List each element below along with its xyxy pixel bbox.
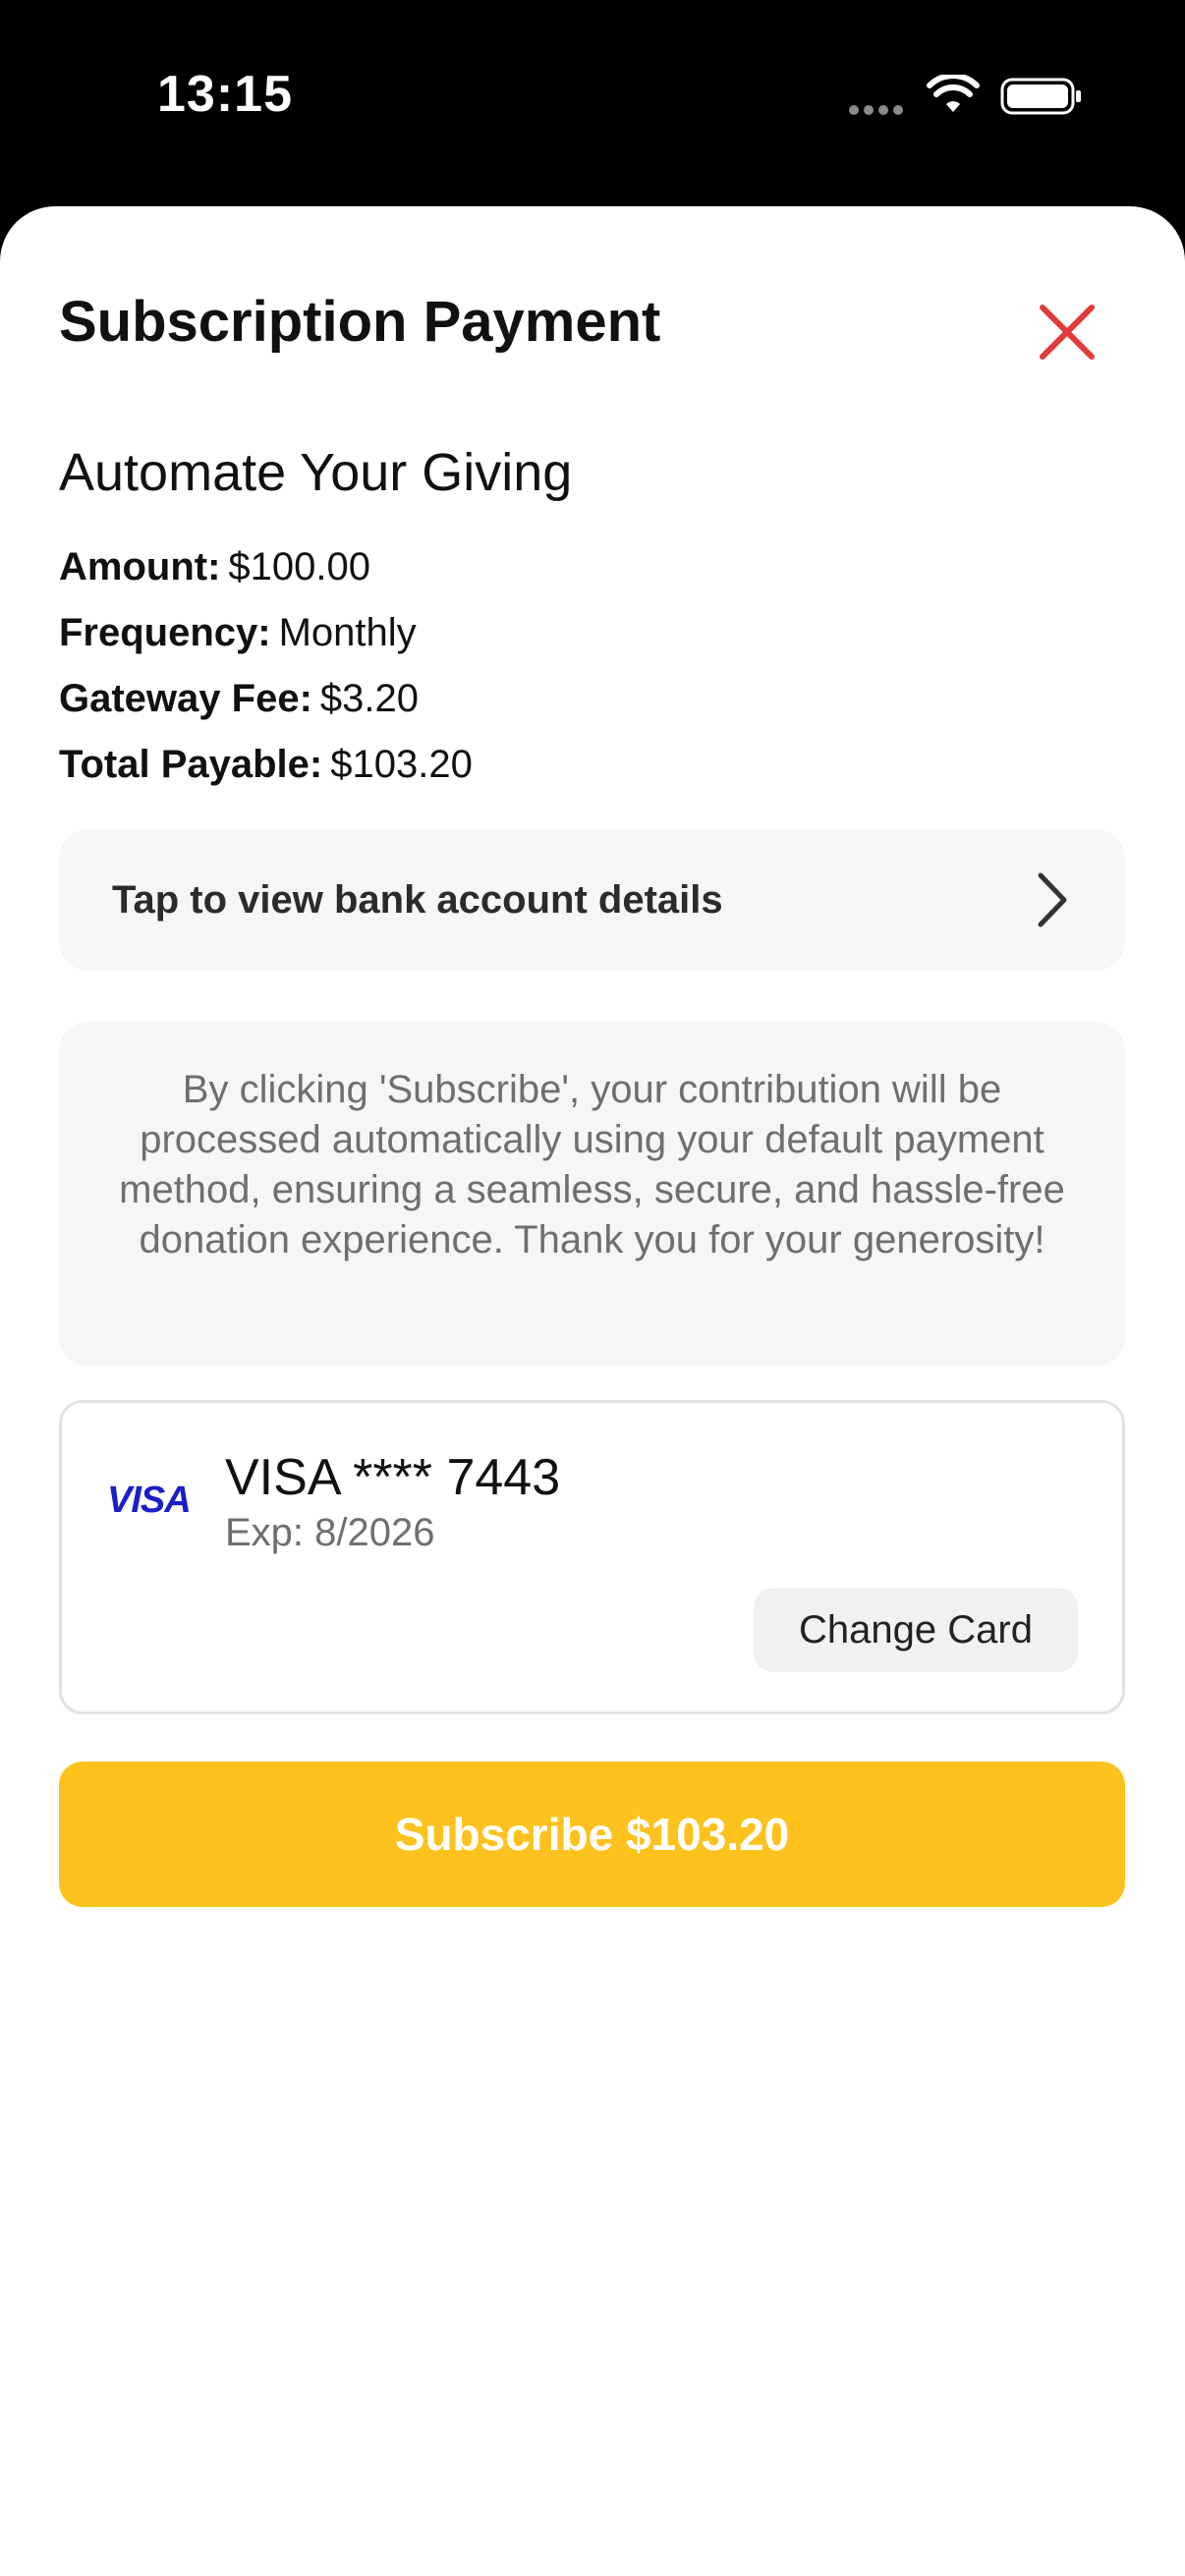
wifi-icon (927, 75, 980, 112)
summary-value: $103.20 (330, 743, 473, 786)
summary-label: Gateway Fee: (59, 677, 312, 720)
summary-value: $100.00 (228, 545, 370, 588)
bank-details-button[interactable]: Tap to view bank account details (59, 829, 1125, 971)
payment-summary: Amount: $100.00 Frequency: Monthly Gateway… (59, 534, 1042, 798)
summary-label: Total Payable: (59, 743, 323, 786)
summary-value: Monthly (278, 611, 417, 654)
signal-dots-icon (849, 102, 908, 115)
info-text: By clicking 'Subscribe', your contributi… (119, 1068, 1065, 1261)
subscribe-button[interactable]: Subscribe $103.20 (59, 1762, 1125, 1907)
card-number: VISA **** 7443 (225, 1449, 561, 1506)
payment-card: VISA VISA **** 7443 Exp: 8/2026 Change C… (59, 1400, 1125, 1714)
summary-row-frequency: Frequency: Monthly (59, 600, 1042, 666)
summary-row-gateway-fee: Gateway Fee: $3.20 (59, 666, 1042, 732)
subscribe-info-notice: By clicking 'Subscribe', your contributi… (59, 1022, 1125, 1366)
close-icon (1040, 305, 1095, 360)
close-button[interactable] (1028, 293, 1106, 371)
change-card-button[interactable]: Change Card (754, 1588, 1078, 1672)
status-bar: 13:15 (0, 0, 1185, 206)
summary-label: Frequency: (59, 611, 271, 654)
section-heading: Automate Your Giving (59, 443, 573, 502)
summary-row-total-payable: Total Payable: $103.20 (59, 732, 1042, 798)
visa-logo-icon: VISA (107, 1480, 192, 1521)
summary-row-amount: Amount: $100.00 (59, 534, 1042, 600)
chevron-right-icon (1038, 872, 1067, 927)
status-time: 13:15 (157, 66, 293, 123)
page-title: Subscription Payment (59, 290, 661, 354)
subscription-sheet: Subscription Payment Automate Your Givin… (0, 206, 1185, 2576)
summary-label: Amount: (59, 545, 221, 588)
battery-icon (1000, 78, 1081, 115)
card-expiry: Exp: 8/2026 (225, 1511, 435, 1554)
summary-value: $3.20 (319, 677, 419, 720)
bank-details-label: Tap to view bank account details (112, 877, 723, 922)
